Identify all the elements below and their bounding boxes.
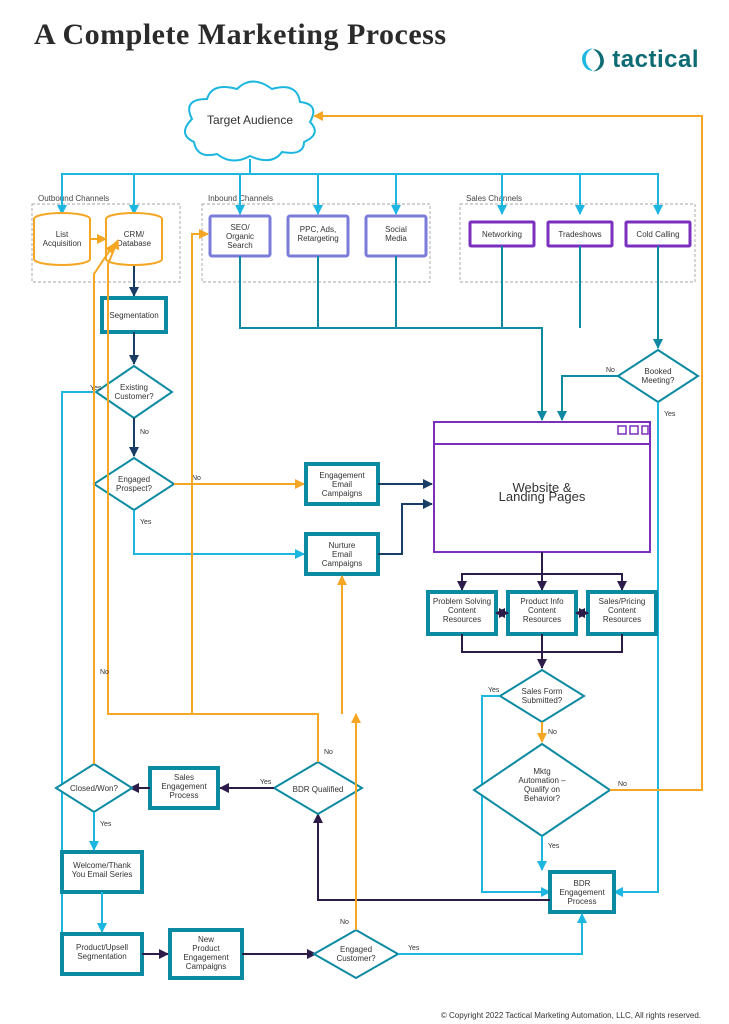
svg-text:No: No [140,429,149,436]
node-tradeshows: Tradeshows [548,222,612,246]
svg-text:Closed/Won?: Closed/Won? [70,784,118,793]
node-target-audience: Target Audience [185,82,315,161]
svg-text:Cold Calling: Cold Calling [636,230,679,239]
svg-text:Product/UpsellSegmentation: Product/UpsellSegmentation [76,943,128,961]
node-website: Website &Landing Pages [434,422,650,552]
svg-text:No: No [548,729,557,736]
flowchart: Target Audience Outbound Channels Inboun… [22,74,712,1024]
svg-text:No: No [618,781,627,788]
node-engaged-prospect: EngagedProspect? [94,458,174,510]
svg-text:BookedMeeting?: BookedMeeting? [642,367,675,385]
svg-text:EngagedProspect?: EngagedProspect? [116,475,153,493]
svg-text:PPC, Ads,Retargeting: PPC, Ads,Retargeting [297,225,338,243]
node-seo: SEO/OrganicSearch [210,216,270,256]
svg-text:Welcome/ThankYou Email Series: Welcome/ThankYou Email Series [72,861,133,879]
svg-text:Yes: Yes [664,411,676,418]
node-networking: Networking [470,222,534,246]
svg-text:No: No [100,669,109,676]
node-product-upsell-seg: Product/UpsellSegmentation [62,934,142,974]
brand-swirl-icon [580,47,606,73]
svg-text:Yes: Yes [488,687,500,694]
svg-text:Yes: Yes [100,821,112,828]
node-engaged-customer: EngagedCustomer? [314,930,398,978]
section-outbound-label: Outbound Channels [38,194,109,203]
node-welcome-email: Welcome/ThankYou Email Series [62,852,142,892]
node-segmentation: Segmentation [102,298,166,332]
svg-text:Tradeshows: Tradeshows [558,230,601,239]
svg-text:Networking: Networking [482,230,522,239]
node-list-acquisition: ListAcquisition [34,213,90,265]
svg-text:Segmentation: Segmentation [109,311,158,320]
node-social: SocialMedia [366,216,426,256]
page-title: A Complete Marketing Process [34,18,447,52]
node-engagement-email: EngagementEmailCampaigns [306,464,378,504]
section-sales-label: Sales Channels [466,194,522,203]
svg-text:Target Audience: Target Audience [207,113,293,127]
node-cold-calling: Cold Calling [626,222,690,246]
svg-text:EngagedCustomer?: EngagedCustomer? [336,945,376,963]
svg-text:Yes: Yes [260,779,272,786]
node-nurture-email: NurtureEmailCampaigns [306,534,378,574]
svg-text:Yes: Yes [548,843,560,850]
node-problem-content: Problem SolvingContentResources [428,592,496,634]
brand-logo: tactical [580,46,699,74]
svg-text:Sales FormSubmitted?: Sales FormSubmitted? [522,687,563,705]
svg-text:Yes: Yes [408,945,420,952]
node-product-info-content: Product InfoContentResources [508,592,576,634]
svg-text:No: No [340,919,349,926]
node-ppc: PPC, Ads,Retargeting [288,216,348,256]
svg-text:BDR Qualified: BDR Qualified [293,785,344,794]
node-closed-won: Closed/Won? [56,764,132,812]
svg-text:Yes: Yes [140,519,152,526]
svg-text:SocialMedia: SocialMedia [385,225,407,243]
node-sales-form: Sales FormSubmitted? [500,670,584,722]
svg-text:No: No [324,749,333,756]
node-mktg-automation: MktgAutomation –Qualify onBehavior? [474,744,610,836]
node-crm-database: CRM/Database [106,213,162,265]
node-new-product-engage: NewProductEngagementCampaigns [170,930,242,978]
svg-text:Yes: Yes [90,385,102,392]
node-sales-engagement: SalesEngagementProcess [150,768,218,808]
node-bdr-qualified: BDR Qualified [274,762,362,814]
node-booked-meeting: BookedMeeting? [618,350,698,402]
brand-name: tactical [612,46,699,74]
svg-text:No: No [606,367,615,374]
node-bdr-process: BDREngagementProcess [550,872,614,912]
copyright-text: © Copyright 2022 Tactical Marketing Auto… [441,1011,701,1020]
node-sales-pricing-content: Sales/PricingContentResources [588,592,656,634]
svg-text:No: No [192,475,201,482]
